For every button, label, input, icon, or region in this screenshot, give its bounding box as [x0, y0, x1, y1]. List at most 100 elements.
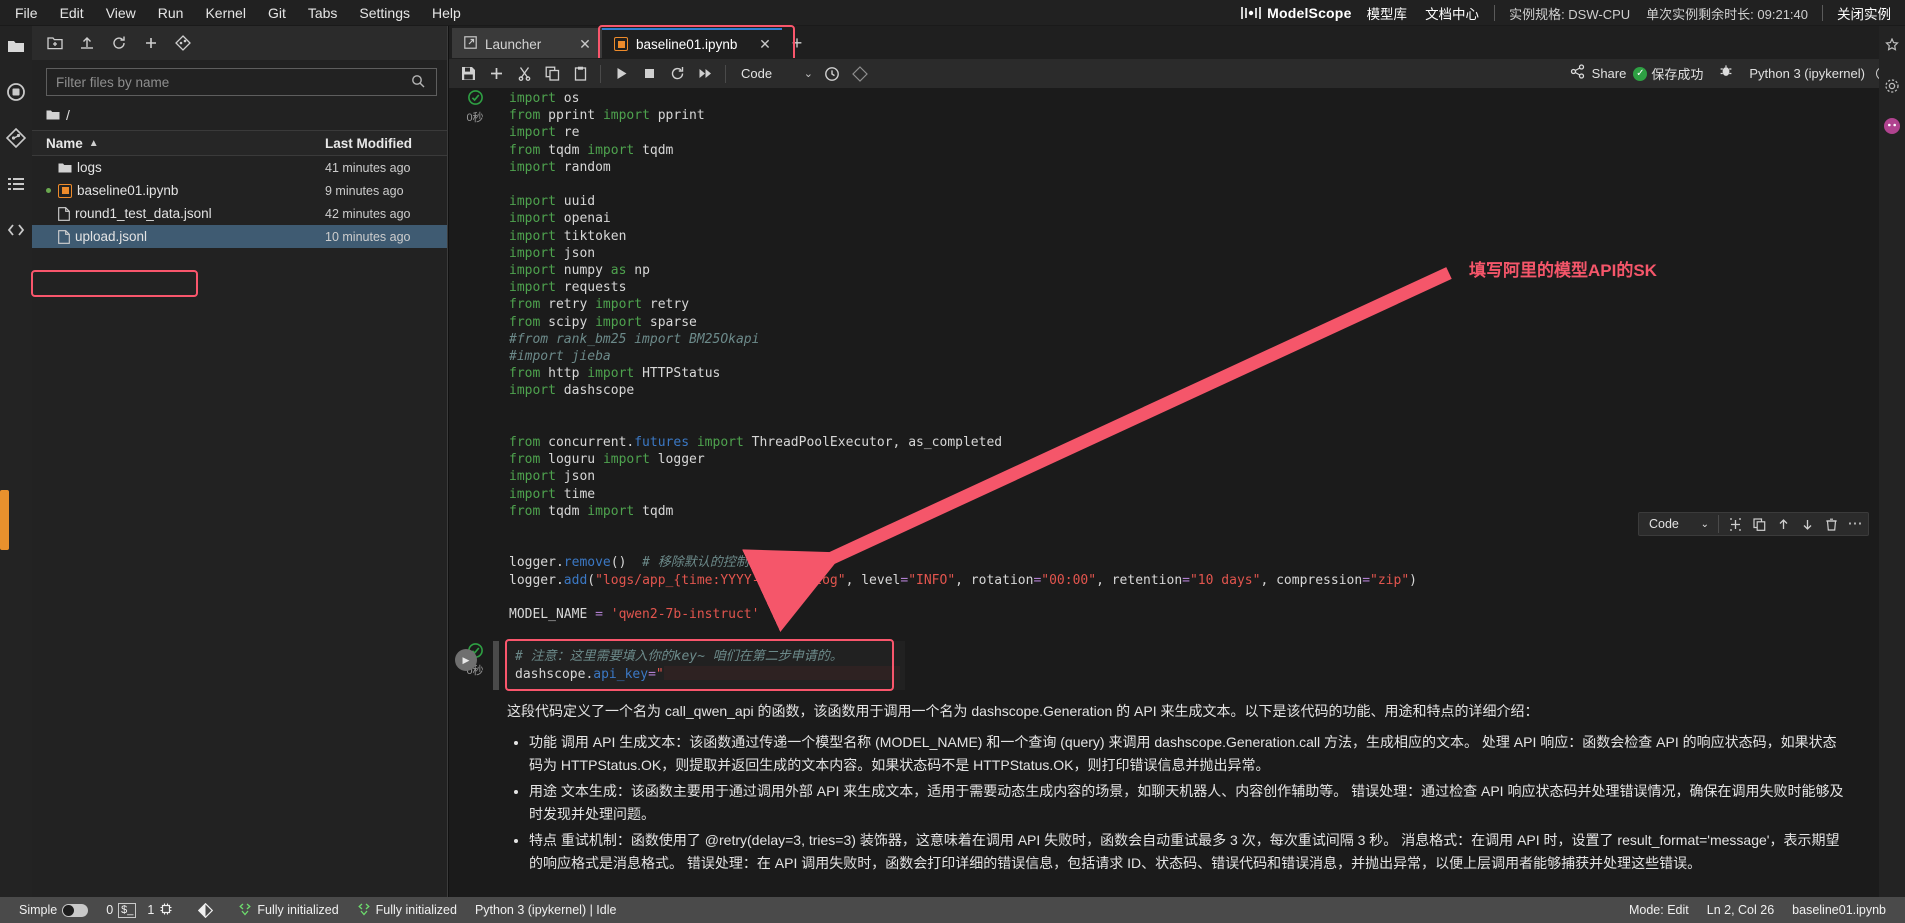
table-of-contents-icon[interactable] — [4, 172, 28, 196]
file-row[interactable]: round1_test_data.jsonl 42 minutes ago — [32, 202, 447, 225]
code-editor-apikey[interactable]: # 注意：这里需要填入你的key~ 咱们在第二步申请的。 dashscope.ap… — [505, 641, 905, 690]
menu-item-view[interactable]: View — [95, 1, 147, 25]
code-token: import — [509, 245, 556, 261]
git-icon[interactable] — [847, 62, 873, 86]
code-token: import — [509, 91, 556, 106]
kernel-name-label[interactable]: Python 3 (ipykernel) — [1742, 66, 1872, 81]
extension-status-2[interactable]: Fully initialized — [348, 902, 466, 919]
paste-icon[interactable] — [567, 62, 593, 86]
cell-type-select[interactable]: Code ⌄ — [733, 63, 817, 85]
stop-icon[interactable] — [636, 62, 662, 86]
property-inspector-icon[interactable] — [1882, 36, 1902, 56]
breadcrumb[interactable]: / — [32, 102, 447, 130]
menu-item-file[interactable]: File — [4, 1, 49, 25]
close-icon[interactable]: ✕ — [758, 36, 772, 53]
refresh-icon[interactable] — [106, 31, 132, 55]
file-row[interactable]: baseline01.ipynb 9 minutes ago — [32, 179, 447, 202]
notebook-toolbar: Code ⌄ Share ✓ 保存成功 Python 3 (ipykernel) — [449, 58, 1905, 88]
git-branch-icon[interactable] — [182, 902, 222, 918]
copy-cell-icon[interactable] — [1748, 512, 1770, 536]
assistant-bubble-icon[interactable] — [1882, 116, 1902, 136]
menu-item-edit[interactable]: Edit — [49, 1, 95, 25]
code-token: import — [509, 263, 556, 279]
kernel-count[interactable]: 1 — [145, 902, 182, 919]
menu-item-git[interactable]: Git — [257, 1, 297, 25]
code-token: tqdm — [634, 503, 674, 519]
extension-manager-icon[interactable] — [4, 218, 28, 242]
file-browser-icon[interactable] — [4, 34, 28, 58]
move-cell-down-icon[interactable] — [1796, 512, 1818, 536]
share-icon[interactable] — [1570, 63, 1585, 84]
git-panel-icon[interactable] — [4, 126, 28, 150]
code-token: re — [555, 125, 580, 141]
share-label[interactable]: Share — [1585, 66, 1634, 81]
move-cell-up-icon[interactable] — [1772, 512, 1794, 536]
code-token: "INFO" — [908, 572, 956, 588]
sort-ascending-icon: ▲ — [88, 137, 99, 149]
run-icon[interactable] — [608, 62, 634, 86]
menu-item-run[interactable]: Run — [147, 1, 195, 25]
code-editor-imports[interactable]: import os from pprint import pprint import… — [501, 88, 1905, 628]
copy-icon[interactable] — [539, 62, 565, 86]
history-icon[interactable] — [819, 62, 845, 86]
new-folder-icon[interactable] — [42, 31, 68, 55]
close-instance-button[interactable]: 关闭实例 — [1829, 3, 1905, 23]
menu-item-kernel[interactable]: Kernel — [194, 1, 256, 25]
status-bar: Simple 0 $_ 1 Fully initialized Fully in… — [0, 897, 1905, 923]
file-filter-input[interactable] — [46, 68, 437, 96]
cut-icon[interactable] — [511, 62, 537, 86]
cursor-position-label[interactable]: Ln 2, Col 26 — [1698, 903, 1783, 917]
notebook-cell-apikey[interactable]: 0秒 ▶ # 注意：这里需要填入你的key~ 咱们在第二步申请的。 dashsco… — [449, 639, 1905, 692]
instance-remaining-time-label: 单次实例剩余时长: 09:21:40 — [1646, 6, 1808, 22]
restart-icon[interactable] — [664, 62, 690, 86]
git-clone-icon[interactable] — [170, 31, 196, 55]
add-tab-button[interactable]: + — [782, 28, 812, 58]
extension-status-1[interactable]: Fully initialized — [222, 902, 347, 919]
code-line: import re — [509, 124, 1905, 141]
file-icon — [58, 229, 70, 244]
menu-item-tabs[interactable]: Tabs — [297, 1, 349, 25]
code-token: from — [509, 435, 541, 451]
markdown-intro: 这段代码定义了一个名为 call_qwen_api 的函数，该函数用于调用一个名… — [507, 702, 1539, 719]
code-token: import — [587, 503, 635, 519]
file-row[interactable]: logs 41 minutes ago — [32, 156, 447, 179]
menu-item-help[interactable]: Help — [421, 1, 472, 25]
code-line: import json — [509, 468, 1905, 485]
terminal-count[interactable]: 0 $_ — [97, 902, 145, 918]
new-launcher-icon[interactable] — [138, 31, 164, 55]
file-row[interactable]: upload.jsonl 10 minutes ago — [32, 225, 447, 248]
notebook-cell-imports[interactable]: 0秒 import os from pprint import pprint imp… — [449, 88, 1905, 628]
code-token: import — [595, 314, 643, 330]
add-cell-icon[interactable] — [483, 62, 509, 86]
delete-cell-icon[interactable] — [1820, 512, 1842, 536]
simple-mode-toggle[interactable]: Simple — [10, 903, 97, 917]
code-token: loguru — [540, 452, 603, 468]
top-link-model-library[interactable]: 模型库 — [1358, 3, 1417, 23]
debugger-icon[interactable] — [1710, 64, 1742, 83]
kernel-state-label[interactable]: Python 3 (ipykernel) | Idle — [466, 903, 626, 917]
restart-run-all-icon[interactable] — [692, 62, 718, 86]
tab-launcher[interactable]: Launcher ✕ — [452, 28, 602, 58]
toggle-switch-icon[interactable] — [62, 903, 89, 917]
save-icon[interactable] — [455, 62, 481, 86]
upload-icon[interactable] — [74, 31, 100, 55]
code-token: import — [587, 142, 635, 158]
close-icon[interactable]: ✕ — [578, 36, 592, 53]
folder-icon — [58, 162, 72, 174]
cell-type-select-inline[interactable]: Code ⌄ — [1641, 513, 1713, 535]
duplicate-cell-icon[interactable] — [1724, 512, 1746, 536]
code-token: pprint — [540, 108, 603, 124]
code-token: = — [595, 607, 603, 623]
settings-gear-icon[interactable] — [1882, 76, 1902, 96]
menu-item-settings[interactable]: Settings — [348, 1, 421, 25]
top-link-docs-center[interactable]: 文档中心 — [1416, 3, 1488, 23]
running-terminals-icon[interactable] — [4, 80, 28, 104]
column-header-name[interactable]: Name ▲ — [46, 136, 325, 151]
column-header-last-modified[interactable]: Last Modified — [325, 136, 443, 151]
tab-baseline01[interactable]: baseline01.ipynb ✕ — [598, 25, 795, 63]
cell-floating-toolbar: Code ⌄ ⋯ — [1638, 512, 1869, 536]
more-cell-options-icon[interactable]: ⋯ — [1844, 512, 1866, 536]
notebook-scroll-body[interactable]: 0秒 import os from pprint import pprint imp… — [449, 88, 1905, 897]
search-icon — [411, 74, 425, 93]
code-token: "00:00" — [1041, 572, 1097, 588]
